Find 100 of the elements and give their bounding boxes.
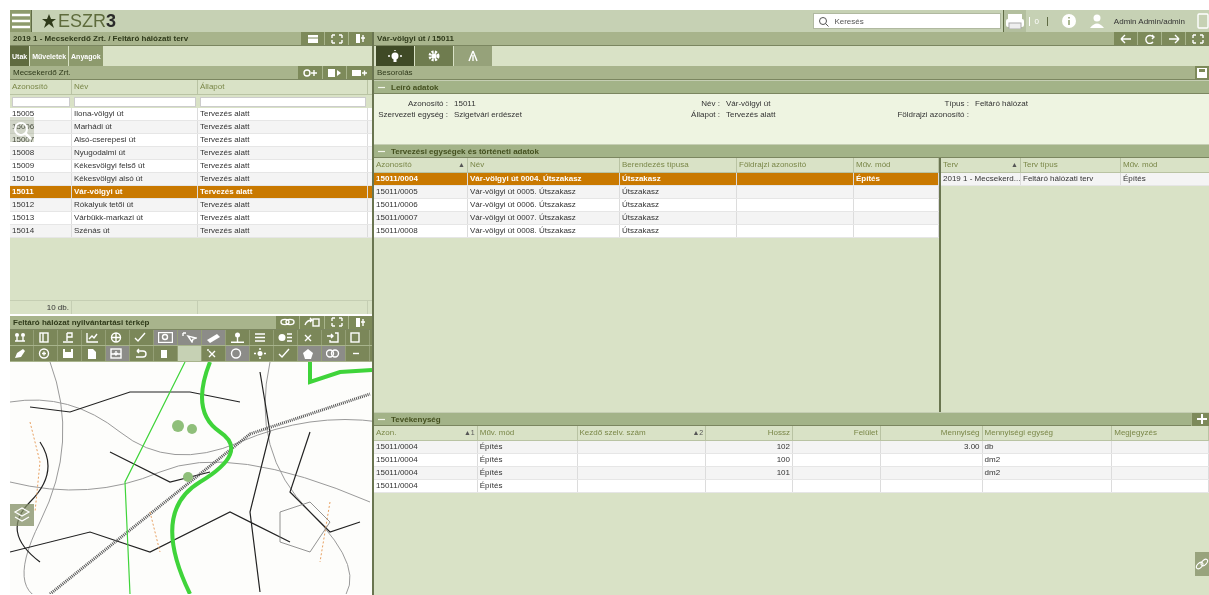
table-cell: Tervezés alatt	[198, 160, 368, 172]
table-cell: Építés	[477, 454, 578, 466]
field-label: Azonosító :	[406, 99, 448, 110]
table-row[interactable]: 15010 Kékesvölgyi alsó út Tervezés alatt	[10, 173, 372, 186]
table-row[interactable]: 15005 Ilona-völgyi út Tervezés alatt	[10, 108, 372, 121]
table-cell: 3.00	[880, 441, 983, 453]
add-button[interactable]	[1191, 412, 1209, 426]
table-cell: Tervezés alatt	[198, 134, 368, 146]
link-button[interactable]	[1195, 552, 1209, 576]
table-row[interactable]: 15011/0005 Vár-völgyi út 0005. Útszakasz Útszakasz	[374, 186, 939, 199]
table-row[interactable]: 2019 1 - Mecsekerd... Feltáró hálózati terv Építés	[941, 173, 1209, 186]
filter-field[interactable]	[12, 96, 70, 107]
table-row[interactable]: 15011/0004 Építés 101 dm2	[374, 467, 1209, 480]
table-cell: 15008	[10, 147, 72, 159]
column-header[interactable]: Berendezés típusa	[620, 158, 737, 172]
table-row[interactable]: 15011/0007 Vár-völgyi út 0007. Útszakasz Útszakasz	[374, 212, 939, 225]
section-header[interactable]: Tevékenység	[374, 412, 1209, 426]
table-row[interactable]: 15011/0004 Építés 102 3.00 db	[374, 441, 1209, 454]
column-header[interactable]: Mennyiség	[880, 426, 983, 440]
table-cell: Útszakasz	[620, 186, 737, 198]
expand-button[interactable]	[324, 32, 348, 45]
table-cell: 15011/0008	[374, 225, 468, 237]
table-cell: Útszakasz	[620, 212, 737, 224]
table-cell: 15011/0004	[374, 467, 478, 479]
table-row[interactable]: 15008 Nyugodalmi út Tervezés alatt	[10, 147, 372, 160]
table-cell: 15011/0005	[374, 186, 468, 198]
info-icon[interactable]	[1061, 14, 1076, 28]
column-header[interactable]: Név	[468, 158, 620, 172]
column-header[interactable]: Földrajzi azonosító	[737, 158, 854, 172]
expand-icon	[330, 317, 343, 327]
table-cell: 15010	[10, 173, 72, 185]
table-row[interactable]: 15011 Vár-völgyi út Tervezés alatt	[10, 186, 372, 199]
table-cell: Szénás út	[72, 225, 198, 237]
table-cell: 15009	[10, 160, 72, 172]
panel-title: Feltáró hálózat nyilvántartási térkép	[12, 317, 151, 327]
column-header[interactable]: Mennyiségi egység	[982, 426, 1113, 440]
filter-field[interactable]	[74, 96, 196, 107]
column-header[interactable]: Műv. mód	[477, 426, 578, 440]
add-setting-button[interactable]	[297, 66, 322, 79]
search-button[interactable]	[10, 117, 34, 142]
field-label: Földrajzi azonosító :	[896, 110, 969, 121]
forward-button[interactable]	[1161, 32, 1185, 45]
user-name[interactable]: Admin Admin/admin	[1113, 16, 1185, 26]
table-row[interactable]: 15014 Szénás út Tervezés alatt	[10, 225, 372, 238]
column-header[interactable]: Felület	[793, 426, 881, 440]
column-header[interactable]: Megjegyzés	[1112, 426, 1209, 440]
table-row[interactable]: 15011/0006 Vár-völgyi út 0006. Útszakasz Útszakasz	[374, 199, 939, 212]
column-header[interactable]: Azonosító	[10, 80, 72, 94]
column-header[interactable]: Hossz	[706, 426, 793, 440]
gear-plus-icon	[302, 67, 318, 78]
filter-field[interactable]	[200, 96, 366, 107]
table-run-button[interactable]	[322, 66, 346, 79]
expand-button[interactable]	[324, 315, 348, 329]
table-row[interactable]: 15011/0008 Vár-völgyi út 0008. Útszakasz Útszakasz	[374, 225, 939, 238]
table-row[interactable]: 15013 Várbükk-markazi út Tervezés alatt	[10, 212, 372, 225]
section-header[interactable]: Leíró adatok	[374, 80, 1209, 94]
column-header[interactable]: Műv. mód	[1121, 158, 1209, 172]
menu-button[interactable]	[10, 10, 32, 32]
menu-icon	[10, 13, 31, 29]
table-row[interactable]: 15011/0004 Építés	[374, 480, 1209, 493]
column-header[interactable]: Név	[72, 80, 198, 94]
refresh-icon	[1143, 33, 1156, 44]
table-cell: 15013	[10, 212, 72, 224]
section-header[interactable]: Tervezési egységek és történeti adatok	[374, 144, 1209, 158]
column-header[interactable]: Műv. mód	[854, 158, 939, 172]
row-count: 10 db.	[10, 300, 72, 314]
lightbulb-tab[interactable]	[376, 46, 415, 66]
table-cell: Nyugodalmi út	[72, 147, 198, 159]
table-cell: Tervezés alatt	[198, 212, 368, 224]
column-header[interactable]: Állapot	[198, 80, 368, 94]
link-button[interactable]	[275, 315, 299, 329]
table-cell: Építés	[477, 441, 578, 453]
fork-icon	[466, 50, 480, 62]
cursor-icon	[182, 331, 197, 343]
column-header[interactable]: Terv típus	[1021, 158, 1121, 172]
expand-button[interactable]	[1185, 32, 1209, 45]
refresh-button[interactable]	[1137, 32, 1161, 45]
section-title: Tevékenység	[390, 414, 442, 424]
table-row[interactable]: 15012 Rókalyuk tetői út Tervezés alatt	[10, 199, 372, 212]
split-button[interactable]	[348, 315, 372, 329]
table-cell: Vár-völgyi út 0006. Útszakasz	[468, 199, 620, 211]
printer-button[interactable]	[1003, 10, 1027, 32]
field-label: Állapot :	[690, 110, 720, 121]
share-print-button[interactable]	[299, 315, 324, 329]
table-row[interactable]: 15011/0004 Vár-völgyi út 0004. Útszakasz Útszakasz Építés	[374, 173, 939, 186]
back-button[interactable]	[1113, 32, 1137, 45]
layout-button[interactable]	[300, 32, 324, 45]
save-button[interactable]	[1194, 66, 1209, 79]
layers-button[interactable]	[10, 503, 34, 526]
table-row[interactable]: 15007 Alsó-cserepesi út Tervezés alatt	[10, 134, 372, 147]
table-row[interactable]: 15011/0004 Építés 100 dm2	[374, 454, 1209, 467]
lightbulb-icon	[388, 50, 402, 62]
settings-tab[interactable]	[415, 46, 454, 66]
chart-icon	[86, 331, 101, 343]
pin-icon	[230, 331, 245, 343]
split-button[interactable]	[348, 32, 372, 45]
table-row[interactable]: 15009 Kékesvölgyi felső út Tervezés alatt	[10, 160, 372, 173]
search-field[interactable]: Keresés	[813, 13, 1002, 29]
logo-text: ESZR	[58, 11, 106, 31]
info-list-icon	[278, 331, 293, 343]
